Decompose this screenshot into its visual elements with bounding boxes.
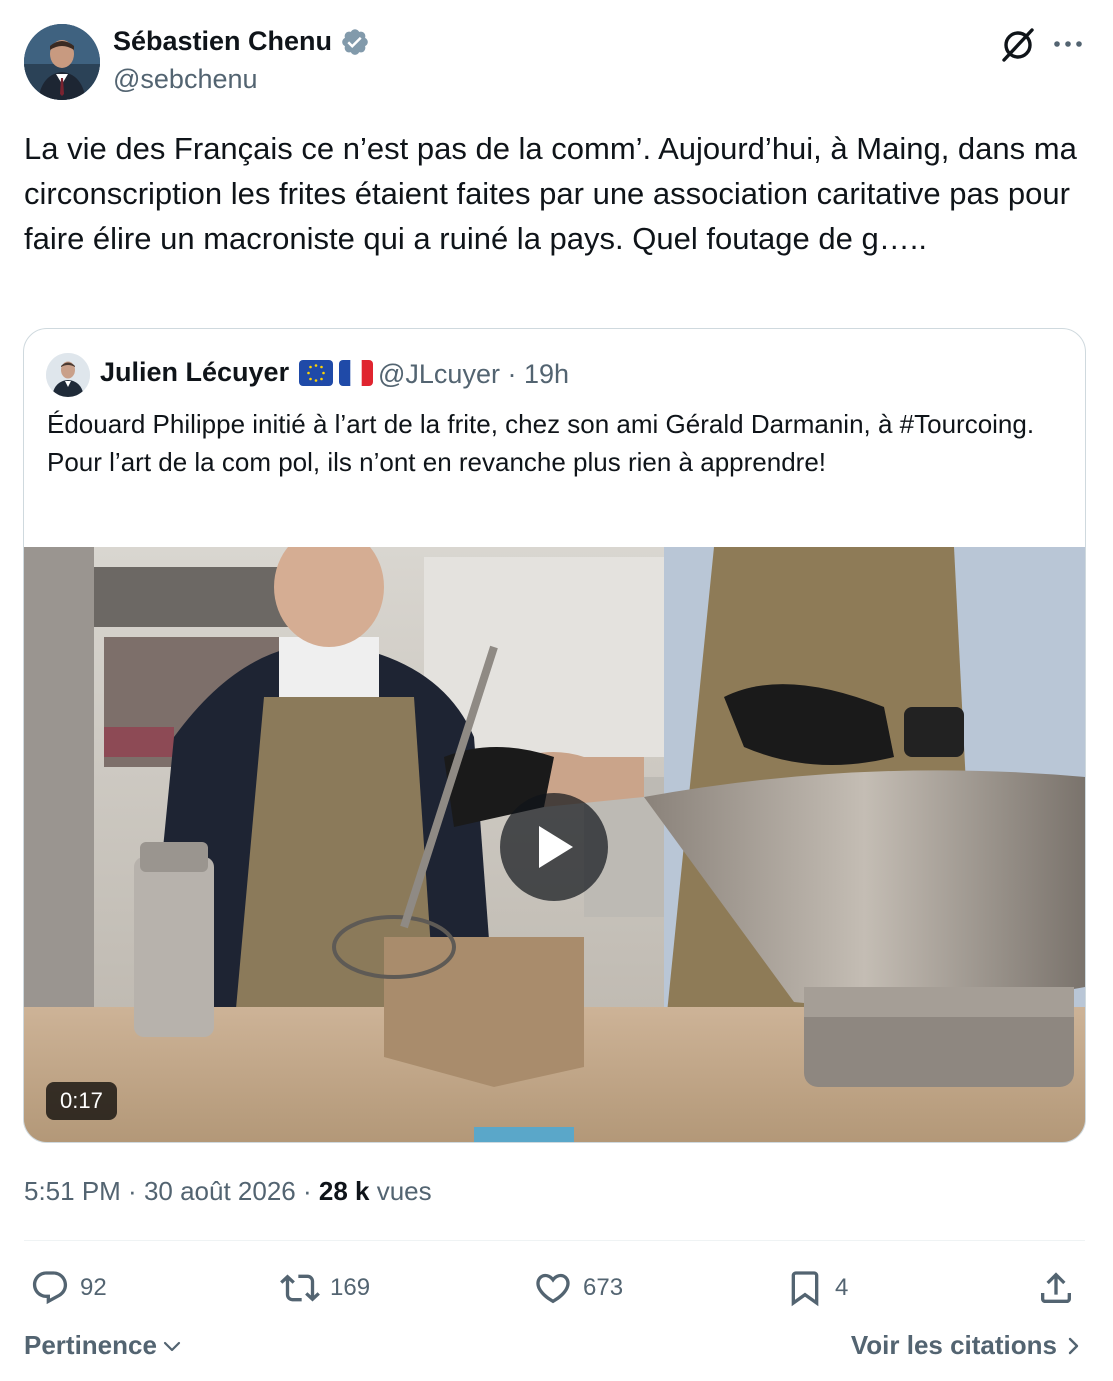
like-count: 673 <box>583 1274 624 1301</box>
quoted-age[interactable]: 19h <box>524 359 569 389</box>
share-button[interactable] <box>1036 1266 1076 1310</box>
like-button[interactable]: 673 <box>533 1266 623 1310</box>
views-separator: · <box>295 1176 319 1206</box>
bookmark-button[interactable]: 4 <box>785 1266 848 1310</box>
share-icon <box>1041 1272 1071 1303</box>
chevron-down-icon <box>163 1341 181 1351</box>
author-avatar[interactable] <box>24 24 100 100</box>
reply-button[interactable]: 92 <box>30 1266 107 1310</box>
repost-button[interactable]: 169 <box>280 1266 370 1310</box>
tweet-date[interactable]: 30 août 2026 <box>144 1176 296 1206</box>
quoted-author-name-text[interactable]: Julien Lécuyer <box>100 357 289 388</box>
play-button[interactable] <box>500 793 608 901</box>
eu-flag-icon <box>299 359 334 386</box>
bookmark-count: 4 <box>835 1274 849 1301</box>
fr-flag-icon <box>339 359 374 386</box>
views-count: 28 k <box>318 1176 370 1206</box>
quoted-author-name[interactable]: Julien Lécuyer <box>100 357 374 388</box>
video-duration: 0:17 <box>46 1082 117 1120</box>
quoted-meta: @JLcuyer · 19h <box>378 359 569 390</box>
quoted-handle[interactable]: @JLcuyer <box>378 359 500 389</box>
sort-dropdown[interactable]: Pertinence <box>24 1330 183 1361</box>
repost-icon <box>280 1274 320 1302</box>
tweet-time[interactable]: 5:51 PM <box>24 1176 121 1206</box>
quoted-meta-separator: · <box>499 359 524 389</box>
reply-icon <box>32 1271 68 1305</box>
tweet-timestamp: 5:51 PM · 30 août 2026 · 28 k vues <box>24 1176 432 1207</box>
timestamp-separator: · <box>120 1176 144 1206</box>
author-handle[interactable]: @sebchenu <box>113 64 258 95</box>
verified-badge-icon <box>342 28 368 55</box>
quoted-text: Édouard Philippe initié à l’art de la fr… <box>47 409 1035 477</box>
grok-icon[interactable] <box>998 24 1038 64</box>
chevron-right-icon <box>1068 1337 1079 1354</box>
repost-count: 169 <box>330 1274 371 1301</box>
author-name[interactable]: Sébastien Chenu <box>113 26 370 57</box>
sort-label[interactable]: Pertinence <box>24 1330 157 1361</box>
tweet-text: La vie des Français ce n’est pas de la c… <box>24 131 1077 256</box>
view-citations-link[interactable]: Voir les citations <box>851 1330 1083 1361</box>
divider <box>24 1240 1085 1241</box>
citations-label[interactable]: Voir les citations <box>851 1330 1057 1361</box>
like-icon <box>536 1273 570 1304</box>
views-label: vues <box>369 1176 432 1206</box>
quoted-author-avatar[interactable] <box>46 353 90 397</box>
more-icon[interactable] <box>1050 26 1086 62</box>
video-player[interactable]: 0:17 <box>24 547 1085 1142</box>
reply-count: 92 <box>80 1274 107 1301</box>
author-name-text[interactable]: Sébastien Chenu <box>113 26 332 57</box>
play-icon <box>539 826 573 868</box>
bookmark-icon <box>791 1271 819 1307</box>
quoted-tweet[interactable]: Julien Lécuyer @JLcuyer · 19h Édouard Ph… <box>23 328 1086 1143</box>
